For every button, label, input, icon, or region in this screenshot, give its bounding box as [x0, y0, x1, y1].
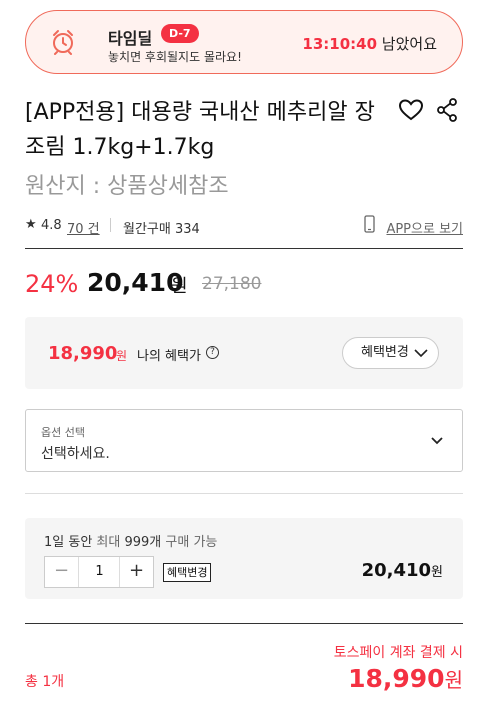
item-price-unit: 원 [431, 565, 443, 580]
discount-rate: 24% [25, 270, 79, 298]
change-benefit-button[interactable]: 혜택변경 [342, 337, 439, 369]
item-price: 20,410원 [362, 560, 443, 581]
limit-prefix: 1일 동안 [44, 535, 93, 550]
timedeal-banner: 타임딜 D-7 놓치면 후회될지도 몰라요! 13:10:40 남았어요 [25, 10, 463, 74]
option-select[interactable]: 옵션 선택 선택하세요. [25, 409, 463, 472]
info-icon[interactable]: ? [206, 346, 219, 359]
rating-row: ★ 4.8 70 건 월간구매 334 APP으로 보기 [25, 215, 463, 239]
final-price-unit: 원 [444, 668, 463, 692]
timedeal-subtitle: 놓치면 후회될지도 몰라요! [108, 50, 242, 64]
chevron-down-icon [431, 437, 443, 445]
timedeal-countdown: 13:10:40 남았어요 [302, 33, 437, 54]
change-benefit-label: 혜택변경 [361, 345, 409, 360]
benefit-price-unit: 원 [116, 349, 128, 363]
final-price-value: 18,990 [348, 664, 445, 693]
limit-suffix: 구매 가능 [161, 535, 218, 550]
quantity-box: 1일 동안 최대 999개 구매 가능 − 1 + 혜택변경 20,410원 [25, 518, 463, 599]
review-count-link[interactable]: 70 건 [67, 218, 100, 237]
change-benefit-tag[interactable]: 혜택변경 [163, 563, 212, 582]
monthly-purchases: 월간구매 334 [123, 222, 200, 237]
toss-pay-notice: 토스페이 계좌 결제 시 [333, 645, 463, 661]
divider [25, 248, 463, 249]
share-icon[interactable] [436, 98, 458, 122]
product-origin: 원산지 : 상품상세참조 [25, 174, 229, 199]
limit-mid: 최대 [92, 535, 125, 550]
rating-score: 4.8 [41, 218, 62, 233]
total-count: 총 1개 [25, 674, 65, 690]
alarm-clock-icon [53, 30, 73, 55]
view-in-app-link[interactable]: APP으로 보기 [386, 218, 463, 237]
original-price: 27,180 [202, 274, 262, 294]
limit-value: 999개 [124, 535, 162, 550]
decrease-button[interactable]: − [45, 557, 79, 587]
sale-price: 20,410 [87, 268, 184, 297]
benefit-price: 18,990 [48, 343, 118, 364]
option-label: 옵션 선택 [41, 426, 85, 439]
divider [25, 493, 463, 494]
benefit-price-box: 18,990 원 나의 혜택가 ? 혜택변경 [25, 317, 463, 389]
increase-button[interactable]: + [119, 557, 153, 587]
countdown-suffix: 남았어요 [377, 35, 437, 53]
quantity-input[interactable]: 1 [79, 557, 120, 587]
divider [110, 218, 111, 232]
star-icon: ★ [25, 217, 37, 232]
quantity-stepper: − 1 + [44, 556, 154, 588]
option-placeholder: 선택하세요. [41, 446, 110, 462]
purchase-limit: 1일 동안 최대 999개 구매 가능 [44, 531, 217, 550]
countdown-time: 13:10:40 [302, 35, 378, 53]
benefit-label: 나의 혜택가 [137, 349, 201, 364]
timedeal-title: 타임딜 [108, 29, 153, 48]
divider [25, 623, 463, 624]
product-title: [APP전용] 대용량 국내산 메추리알 장조림 1.7kg+1.7kg [25, 100, 375, 160]
sale-price-unit: 원 [171, 276, 188, 297]
final-price: 18,990원 [348, 664, 463, 693]
timedeal-dday-badge: D-7 [161, 24, 199, 43]
mobile-phone-icon [364, 215, 375, 233]
item-price-value: 20,410 [361, 560, 432, 581]
chevron-down-icon [414, 349, 428, 358]
heart-icon[interactable] [398, 98, 424, 122]
